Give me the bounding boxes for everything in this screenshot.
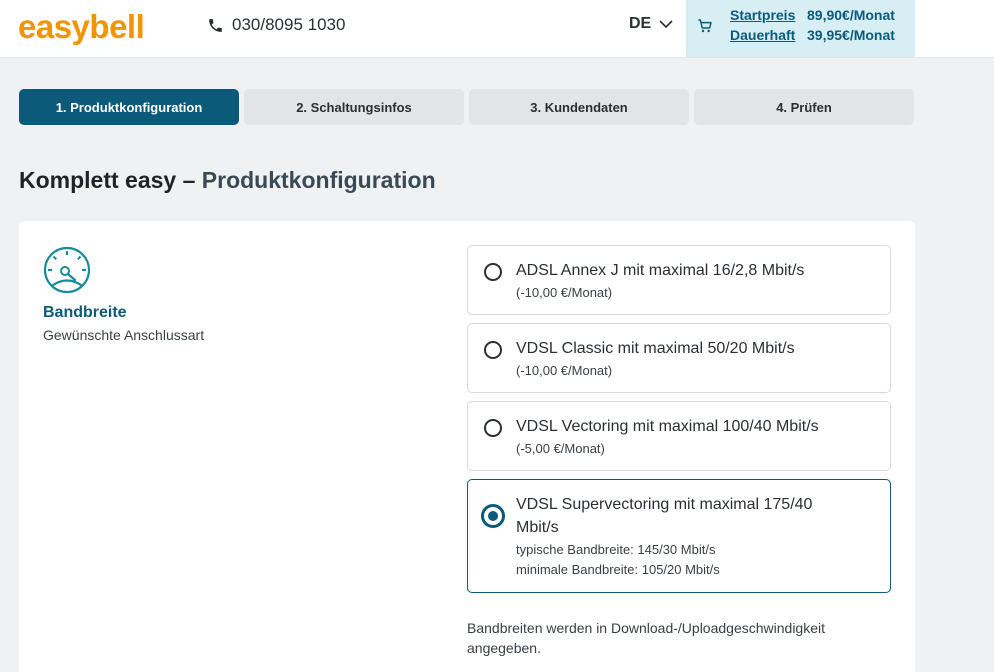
section-title: Bandbreite xyxy=(43,304,127,321)
option-vdsl-vectoring[interactable]: VDSL Vectoring mit maximal 100/40 Mbit/s… xyxy=(467,401,891,471)
checkout-steps: 1. Produktkonfiguration 2. Schaltungsinf… xyxy=(19,89,914,125)
chevron-down-icon xyxy=(659,19,673,28)
option-title: VDSL Supervectoring mit maximal 175/40 M… xyxy=(516,496,813,536)
page-title: Komplett easy – Produktkonfiguration xyxy=(19,167,436,194)
permanent-price-label: Dauerhaft xyxy=(730,27,796,43)
top-bar: easybell 030/8095 1030 DE Startpreis 89,… xyxy=(0,0,994,58)
permanent-price-value: 39,95€/Monat xyxy=(807,27,895,43)
step-kundendaten[interactable]: 3. Kundendaten xyxy=(469,89,689,125)
phone-icon xyxy=(209,18,222,32)
permanent-price-link[interactable]: Dauerhaft 39,95€/Monat xyxy=(730,27,895,43)
cart-summary[interactable]: Startpreis 89,90€/Monat Dauerhaft 39,95€… xyxy=(686,0,915,57)
radio-vdsl-classic[interactable] xyxy=(484,341,502,359)
start-price-value: 89,90€/Monat xyxy=(807,7,895,23)
option-typical-bandwidth: typische Bandbreite: 145/30 Mbit/s xyxy=(516,542,716,557)
option-price: (-10,00 €/Monat) xyxy=(516,363,613,378)
easybell-logo[interactable]: easybell xyxy=(18,8,145,46)
option-vdsl-supervectoring[interactable]: VDSL Supervectoring mit maximal 175/40 M… xyxy=(467,479,891,593)
option-price: (-10,00 €/Monat) xyxy=(516,285,613,300)
bandwidth-note: Bandbreiten werden in Download-/Uploadge… xyxy=(467,620,825,656)
page-title-main: Komplett easy xyxy=(19,167,177,193)
option-vdsl-classic[interactable]: VDSL Classic mit maximal 50/20 Mbit/s (-… xyxy=(467,323,891,393)
cart-icon xyxy=(698,19,712,33)
option-price: (-5,00 €/Monat) xyxy=(516,441,605,456)
bandwidth-card: Bandbreite Gewünschte Anschlussart ADSL … xyxy=(19,221,915,672)
step-produktkonfiguration[interactable]: 1. Produktkonfiguration xyxy=(19,89,239,125)
option-title: VDSL Vectoring mit maximal 100/40 Mbit/s xyxy=(516,418,819,435)
radio-vdsl-vectoring[interactable] xyxy=(484,419,502,437)
start-price-label: Startpreis xyxy=(730,7,796,23)
phone-contact[interactable]: 030/8095 1030 xyxy=(207,15,345,35)
step-schaltungsinfos[interactable]: 2. Schaltungsinfos xyxy=(244,89,464,125)
section-subtitle: Gewünschte Anschlussart xyxy=(43,327,205,343)
option-adsl-annex-j[interactable]: ADSL Annex J mit maximal 16/2,8 Mbit/s (… xyxy=(467,245,891,315)
option-minimal-bandwidth: minimale Bandbreite: 105/20 Mbit/s xyxy=(516,562,720,577)
speedometer-icon xyxy=(43,246,91,294)
language-selector[interactable]: DE xyxy=(629,15,673,33)
phone-number: 030/8095 1030 xyxy=(232,15,346,34)
page-title-separator: – xyxy=(176,167,202,193)
step-pruefen[interactable]: 4. Prüfen xyxy=(694,89,914,125)
option-title: VDSL Classic mit maximal 50/20 Mbit/s xyxy=(516,340,795,357)
radio-adsl-annex-j[interactable] xyxy=(484,263,502,281)
page-title-sub: Produktkonfiguration xyxy=(201,167,436,193)
language-label: DE xyxy=(629,15,652,32)
radio-vdsl-supervectoring[interactable] xyxy=(481,504,505,528)
start-price-link[interactable]: Startpreis 89,90€/Monat xyxy=(730,7,895,23)
option-title: ADSL Annex J mit maximal 16/2,8 Mbit/s xyxy=(516,262,805,279)
